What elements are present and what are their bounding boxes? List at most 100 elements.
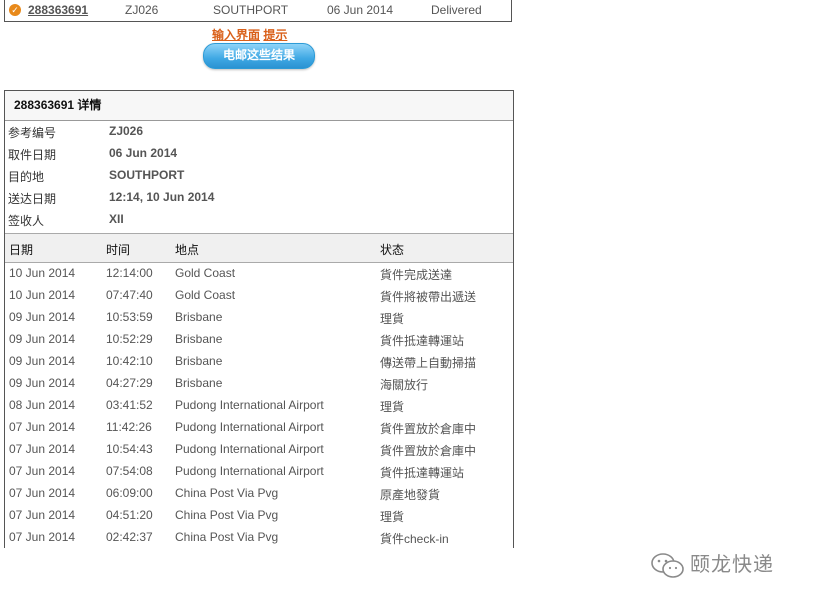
event-time: 07:47:40 [106,288,153,302]
event-time: 10:42:10 [106,354,153,368]
event-time: 02:42:37 [106,530,153,544]
table-row: 09 Jun 2014 10:52:29 Brisbane 貨件抵達轉運站 [5,329,513,351]
column-time: 时间 [106,243,131,257]
event-date: 08 Jun 2014 [9,398,76,412]
event-status: 貨件置放於倉庫中 [380,444,477,458]
event-location: China Post Via Pvg [175,486,279,500]
event-date: 09 Jun 2014 [9,332,76,346]
event-time: 04:27:29 [106,376,153,390]
info-row: 取件日期 06 Jun 2014 [5,143,513,165]
details-title: 288363691 详情 [5,91,513,121]
tips-link[interactable]: 提示 [263,28,287,42]
table-row: 09 Jun 2014 10:53:59 Brisbane 理貨 [5,307,513,329]
watermark-text: 颐龙快递 [690,554,774,576]
event-location: Pudong International Airport [175,442,324,456]
info-label: 签收人 [8,214,45,228]
date-cell: 06 Jun 2014 [327,3,394,17]
destination-cell: SOUTHPORT [213,3,289,17]
event-status: 理貨 [380,400,405,414]
event-time: 07:54:08 [106,464,153,478]
status-cell: Delivered [431,3,482,17]
event-status: 貨件check-in [380,532,449,546]
table-row: 09 Jun 2014 04:27:29 Brisbane 海關放行 [5,373,513,395]
event-date: 07 Jun 2014 [9,486,76,500]
reference-cell: ZJ026 [125,3,159,17]
action-links: 输入界面 提示 [212,26,287,43]
info-label: 取件日期 [8,148,57,162]
info-list: 参考编号 ZJ026 取件日期 06 Jun 2014 目的地 SOUTHPORT 送达日期… [5,121,513,231]
table-row: 07 Jun 2014 07:54:08 Pudong International … [5,461,513,483]
event-status: 理貨 [380,510,405,524]
event-date: 09 Jun 2014 [9,310,76,324]
input-view-link[interactable]: 输入界面 [212,28,260,42]
event-date: 09 Jun 2014 [9,376,76,390]
info-value: 06 Jun 2014 [109,146,178,160]
event-date: 09 Jun 2014 [9,354,76,368]
event-date: 07 Jun 2014 [9,530,76,544]
event-status: 原產地發貨 [380,488,441,502]
email-results-button[interactable]: 电邮这些结果 [203,43,315,69]
info-value: XII [109,212,124,226]
event-location: Pudong International Airport [175,464,324,478]
event-date: 10 Jun 2014 [9,288,76,302]
shipment-details-panel: 288363691 详情 参考编号 ZJ026 取件日期 06 Jun 2014 目的地… [4,90,514,548]
event-location: Brisbane [175,310,223,324]
info-row: 签收人 XII [5,209,513,231]
event-status: 貨件完成送達 [380,268,453,282]
table-row: 10 Jun 2014 07:47:40 Gold Coast 貨件將被帶出遞送 [5,285,513,307]
column-status: 状态 [380,243,405,257]
event-status: 理貨 [380,312,405,326]
event-status: 貨件置放於倉庫中 [380,422,477,436]
info-value: ZJ026 [109,124,144,138]
table-row: 07 Jun 2014 04:51:20 China Post Via Pvg 理貨 [5,505,513,527]
table-row: 07 Jun 2014 11:42:26 Pudong International … [5,417,513,439]
event-location: China Post Via Pvg [175,530,279,544]
event-location: Gold Coast [175,288,236,302]
table-row: 07 Jun 2014 10:54:43 Pudong International … [5,439,513,461]
column-location: 地点 [175,243,200,257]
info-value: SOUTHPORT [109,168,185,182]
event-location: Brisbane [175,376,223,390]
event-time: 03:41:52 [106,398,153,412]
event-location: Gold Coast [175,266,236,280]
event-status: 傳送帶上自動掃描 [380,356,477,370]
event-status: 貨件抵達轉運站 [380,466,465,480]
event-date: 10 Jun 2014 [9,266,76,280]
info-label: 送达日期 [8,192,57,206]
info-row: 参考编号 ZJ026 [5,121,513,143]
event-time: 06:09:00 [106,486,153,500]
info-row: 送达日期 12:14, 10 Jun 2014 [5,187,513,209]
info-row: 目的地 SOUTHPORT [5,165,513,187]
table-row: 07 Jun 2014 06:09:00 China Post Via Pvg 原產地… [5,483,513,505]
info-label: 目的地 [8,170,45,184]
event-date: 07 Jun 2014 [9,508,76,522]
table-row: 08 Jun 2014 03:41:52 Pudong International … [5,395,513,417]
event-location: Pudong International Airport [175,398,324,412]
event-status: 貨件抵達轉運站 [380,334,465,348]
shipment-summary-row: ✓ 288363691 ZJ026 SOUTHPORT 06 Jun 2014 … [4,0,512,22]
event-time: 10:52:29 [106,332,153,346]
event-location: Pudong International Airport [175,420,324,434]
event-time: 12:14:00 [106,266,153,280]
status-check-icon: ✓ [9,4,21,16]
event-status: 貨件將被帶出遞送 [380,290,477,304]
info-label: 参考编号 [8,126,57,140]
event-status: 海關放行 [380,378,429,392]
event-time: 10:53:59 [106,310,153,324]
event-time: 04:51:20 [106,508,153,522]
events-table-body: 10 Jun 2014 12:14:00 Gold Coast 貨件完成送達 10 Ju… [5,263,513,548]
event-time: 10:54:43 [106,442,153,456]
event-location: Brisbane [175,332,223,346]
column-date: 日期 [9,243,34,257]
event-date: 07 Jun 2014 [9,420,76,434]
event-location: Brisbane [175,354,223,368]
watermark: 颐龙快递 [650,548,774,580]
event-location: China Post Via Pvg [175,508,279,522]
tracking-number-link[interactable]: 288363691 [28,3,88,17]
info-value: 12:14, 10 Jun 2014 [109,190,215,204]
event-time: 11:42:26 [106,420,152,434]
table-row: 07 Jun 2014 02:42:37 China Post Via Pvg 貨件c… [5,527,513,548]
event-date: 07 Jun 2014 [9,442,76,456]
events-table-header: 日期 时间 地点 状态 [5,233,513,263]
table-row: 10 Jun 2014 12:14:00 Gold Coast 貨件完成送達 [5,263,513,285]
